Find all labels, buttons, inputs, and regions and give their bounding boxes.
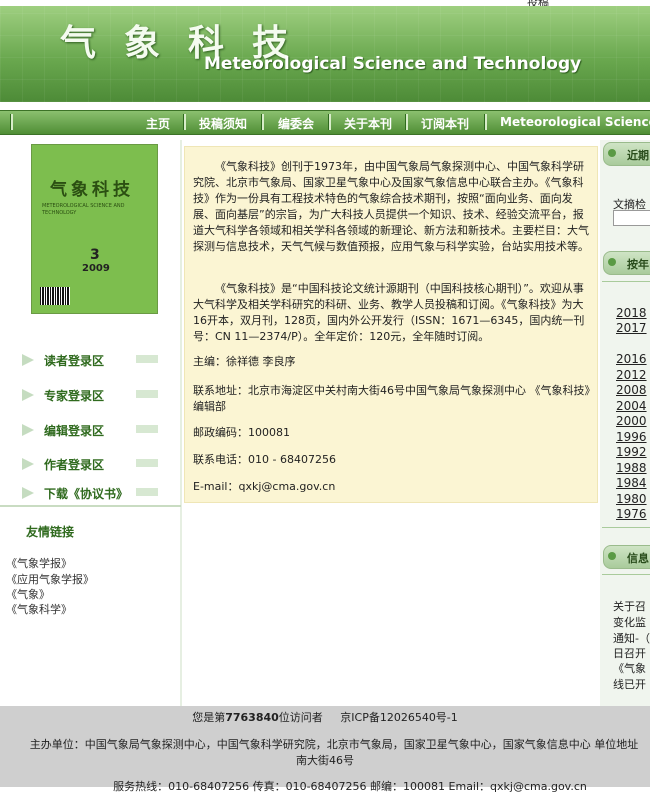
news-item[interactable]: 线已开 xyxy=(613,677,646,693)
visitor-prefix: 您是第 xyxy=(192,711,226,724)
expert-login-link[interactable]: 专家登录区 xyxy=(18,386,160,404)
arrow-icon xyxy=(22,389,34,401)
nav-editorial-board[interactable]: 编委会 xyxy=(278,115,314,132)
friend-link[interactable]: 《气象》 xyxy=(6,586,50,602)
reader-login-link[interactable]: 读者登录区 xyxy=(18,351,160,369)
year-link-2012[interactable]: 2012 xyxy=(616,368,647,382)
cover-subtitle: METEOROLOGICAL SCIENCE AND TECHNOLOGY xyxy=(42,203,125,216)
cover-year: 2009 xyxy=(82,263,110,274)
divider xyxy=(602,574,650,575)
intro-paragraph-2: 《气象科技》是“中国科技论文统计源期刊（中国科技核心期刊）”。欢迎从事大气科学及… xyxy=(193,282,585,343)
friend-link[interactable]: 《气象学报》 xyxy=(6,555,72,571)
news-item[interactable]: 变化监 xyxy=(613,615,646,631)
author-login-link[interactable]: 作者登录区 xyxy=(18,455,160,473)
journal-intro-panel: 《气象科技》创刊于1973年，由中国气象局气象探测中心、中国气象科学研究院、北京… xyxy=(184,146,598,503)
divider xyxy=(602,527,650,528)
recent-issues-title: 近期 xyxy=(627,149,649,162)
year-link-1988[interactable]: 1988 xyxy=(616,461,647,475)
nav-divider xyxy=(183,114,186,130)
abstract-search-input[interactable] xyxy=(613,210,650,226)
cover-barcode xyxy=(40,287,70,305)
divider xyxy=(602,281,650,282)
visitor-count: 7763840 xyxy=(225,711,279,724)
contact-phone: 联系电话：010 - 68407256 xyxy=(193,453,336,466)
year-link-1984[interactable]: 1984 xyxy=(616,476,647,490)
nav-divider xyxy=(405,114,408,130)
journal-cover-image[interactable]: 气象科技 METEOROLOGICAL SCIENCE AND TECHNOLO… xyxy=(31,144,158,314)
nav-divider xyxy=(10,114,13,130)
contact-email: E-mail：qxkj@cma.gov.cn xyxy=(193,480,336,493)
arrow-icon xyxy=(22,458,34,470)
left-divider xyxy=(0,505,181,507)
visitor-suffix: 位访问者 xyxy=(278,711,323,724)
decorative-bar xyxy=(136,488,158,496)
arrow-icon xyxy=(22,354,34,366)
site-banner: 气象科技 Meteorological Science and Technolo… xyxy=(0,6,650,102)
friend-link[interactable]: 《气象科学》 xyxy=(6,601,72,617)
year-link-1996[interactable]: 1996 xyxy=(616,430,647,444)
author-login-label: 作者登录区 xyxy=(44,458,105,472)
decorative-bar xyxy=(136,390,158,398)
visitor-counter: 您是第7763840位访问者 京ICP备12026540号-1 xyxy=(0,709,650,725)
year-link-2016[interactable]: 2016 xyxy=(616,352,647,366)
year-link-1980[interactable]: 1980 xyxy=(616,492,647,506)
year-link-2000[interactable]: 2000 xyxy=(616,414,647,428)
banner-title-en: Meteorological Science and Technology xyxy=(204,54,582,74)
download-agreement-link[interactable]: 下载《协议书》 xyxy=(18,484,160,502)
arrow-icon xyxy=(22,424,34,436)
news-item[interactable]: 日召开 xyxy=(613,646,646,662)
recent-issues-header: 近期 xyxy=(603,142,650,166)
year-link-1992[interactable]: 1992 xyxy=(616,445,647,459)
browse-by-year-title: 按年 xyxy=(627,258,649,271)
bullet-icon xyxy=(608,258,616,266)
year-link-2008[interactable]: 2008 xyxy=(616,383,647,397)
main-nav: 主页 投稿须知 编委会 关于本刊 订阅本刊 Meteorological Sci… xyxy=(0,110,650,135)
nav-divider xyxy=(484,114,487,130)
left-column-divider xyxy=(180,140,182,706)
decorative-bar xyxy=(136,355,158,363)
arrow-icon xyxy=(22,487,34,499)
year-link-2017[interactable]: 2017 xyxy=(616,321,647,335)
friend-link[interactable]: 《应用气象学报》 xyxy=(6,571,94,587)
contact-info: 服务热线：010-68407256 传真：010-68407256 邮编：100… xyxy=(113,780,587,793)
download-agreement-label: 下载《协议书》 xyxy=(44,487,129,501)
site-footer: 您是第7763840位访问者 京ICP备12026540号-1 主办单位：中国气… xyxy=(0,706,650,793)
intro-paragraph-1: 《气象科技》创刊于1973年，由中国气象局气象探测中心、中国气象科学研究院、北京… xyxy=(193,160,589,253)
cover-issue: 3 xyxy=(90,247,100,263)
news-item[interactable]: 关于召 xyxy=(613,599,646,615)
nav-spacer xyxy=(0,102,650,110)
news-title: 信息 xyxy=(627,552,649,565)
address-tail: 南大街46号 xyxy=(296,754,354,767)
editor-login-label: 编辑登录区 xyxy=(44,424,105,438)
cover-title: 气象科技 xyxy=(50,180,134,200)
news-header: 信息 xyxy=(603,545,650,569)
contact-address: 联系地址：北京市海淀区中关村南大街46号中国气象局气象探测中心 《气象科技》编辑… xyxy=(193,384,590,413)
nav-home[interactable]: 主页 xyxy=(146,115,170,132)
bullet-icon xyxy=(608,149,616,157)
decorative-bar xyxy=(136,459,158,467)
decorative-bar xyxy=(136,425,158,433)
year-link-2018[interactable]: 2018 xyxy=(616,306,647,320)
news-item[interactable]: 《气象 xyxy=(613,661,646,677)
editor-login-link[interactable]: 编辑登录区 xyxy=(18,421,160,439)
editor-in-chief: 主编：徐祥德 李良序 xyxy=(193,355,296,368)
reader-login-label: 读者登录区 xyxy=(44,354,105,368)
nav-divider xyxy=(328,114,331,130)
friend-links-title: 友情链接 xyxy=(26,525,75,539)
nav-divider xyxy=(261,114,264,130)
icp-record-link[interactable]: 京ICP备12026540号-1 xyxy=(340,711,458,724)
sponsor-info: 主办单位：中国气象局气象探测中心，中国气象科学研究院，北京市气象局，国家卫星气象… xyxy=(29,738,639,751)
nav-about[interactable]: 关于本刊 xyxy=(344,115,392,132)
nav-english[interactable]: Meteorological Science and Technology xyxy=(500,115,650,129)
bullet-icon xyxy=(608,552,616,560)
year-link-1976[interactable]: 1976 xyxy=(616,507,647,521)
nav-submission-guide[interactable]: 投稿须知 xyxy=(199,115,247,132)
postcode: 邮政编码：100081 xyxy=(193,426,290,439)
expert-login-label: 专家登录区 xyxy=(44,389,105,403)
year-link-2004[interactable]: 2004 xyxy=(616,399,647,413)
nav-subscribe[interactable]: 订阅本刊 xyxy=(421,115,469,132)
news-item[interactable]: 通知-（ xyxy=(613,631,650,647)
browse-by-year-header: 按年 xyxy=(603,251,650,275)
